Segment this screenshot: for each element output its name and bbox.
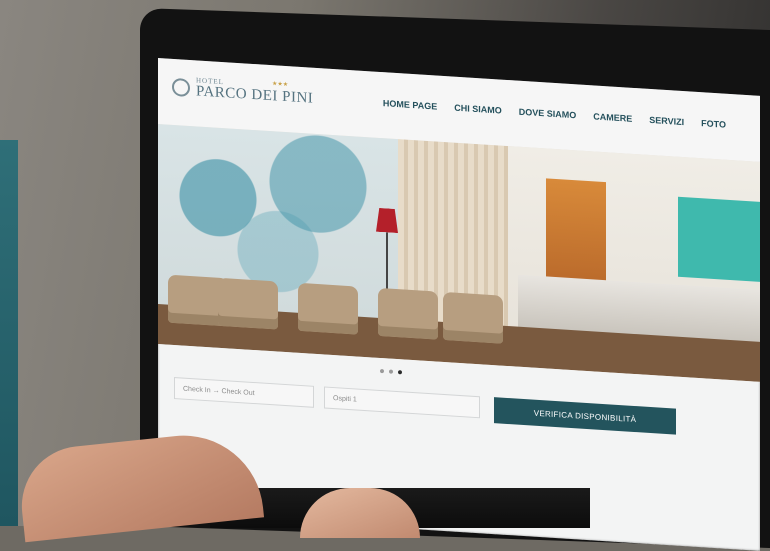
hero-armchair: [298, 282, 358, 335]
hotel-logo[interactable]: HOTEL PARCO DEI PINI ★★★: [172, 76, 313, 107]
carousel-dot[interactable]: [380, 368, 384, 374]
hero-armchair: [218, 277, 278, 330]
carousel-dot[interactable]: [389, 369, 393, 374]
guests-input[interactable]: Ospiti 1: [324, 386, 480, 419]
logo-stars-icon: ★★★: [272, 81, 289, 89]
nav-chi-siamo[interactable]: CHI SIAMO: [454, 103, 502, 116]
nav-dove-siamo[interactable]: DOVE SIAMO: [519, 107, 577, 121]
nav-home[interactable]: HOME PAGE: [383, 98, 437, 111]
hero-slide-image: [158, 124, 760, 382]
hero-lamp-icon: [376, 208, 398, 233]
background-teal-panel: [0, 140, 18, 526]
verify-availability-button[interactable]: VERIFICA DISPONIBILITÀ: [494, 397, 676, 435]
nav-servizi[interactable]: SERVIZI: [649, 115, 684, 127]
hero-armchair: [378, 287, 438, 340]
nav-camere[interactable]: CAMERE: [593, 111, 632, 123]
nav-foto[interactable]: FOTO: [701, 118, 726, 130]
logo-text: HOTEL PARCO DEI PINI: [196, 76, 313, 106]
hero-window: [678, 196, 760, 282]
logo-emblem-icon: [172, 77, 190, 98]
carousel-dot-active[interactable]: [398, 370, 402, 375]
carousel-dots: [380, 368, 402, 375]
main-nav: HOME PAGE CHI SIAMO DOVE SIAMO CAMERE SE…: [383, 98, 726, 130]
hero-armchair: [443, 291, 503, 344]
date-range-input[interactable]: Check In → Check Out: [174, 377, 314, 408]
hero-bar-shelf: [546, 178, 606, 293]
